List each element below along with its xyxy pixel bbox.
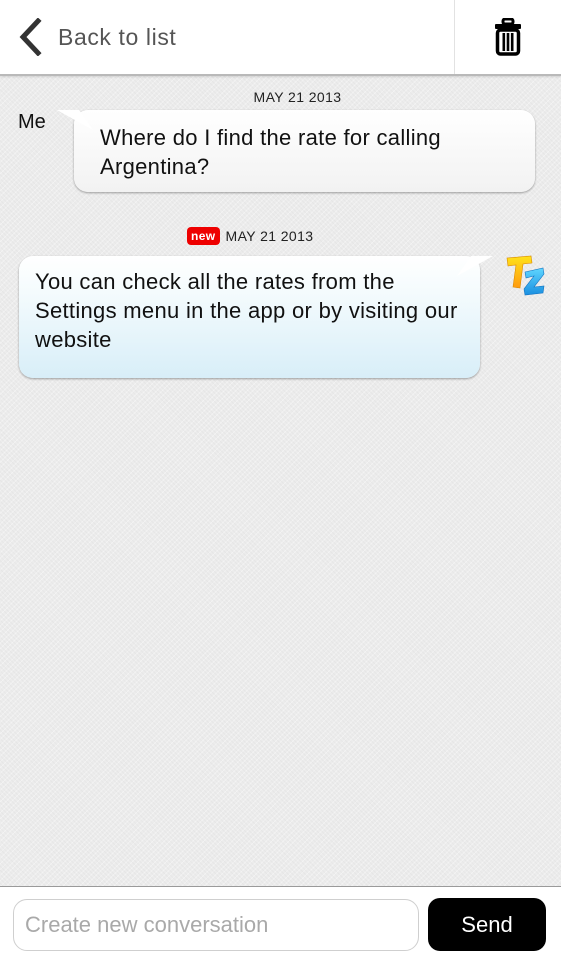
message-bubble-incoming: You can check all the rates from the Set… <box>19 256 480 378</box>
sender-label: Me <box>18 111 46 133</box>
delete-button[interactable] <box>455 0 561 74</box>
send-button[interactable]: Send <box>428 898 546 951</box>
back-to-list-button[interactable]: Back to list <box>0 0 454 74</box>
tz-logo-icon <box>506 255 545 296</box>
message-date-row: new MAY 21 2013 <box>187 227 314 245</box>
compose-bar: Send <box>0 886 561 960</box>
chevron-left-icon <box>19 18 42 56</box>
message-bubble-outgoing: Where do I find the rate for calling Arg… <box>74 110 535 192</box>
message-text: Where do I find the rate for calling Arg… <box>100 125 441 179</box>
back-label: Back to list <box>58 23 177 50</box>
new-badge: new <box>187 227 220 245</box>
message-text: You can check all the rates from the Set… <box>35 269 458 352</box>
message-date: MAY 21 2013 <box>253 89 342 105</box>
new-conversation-input[interactable] <box>13 899 419 951</box>
header-bar: Back to list <box>0 0 561 76</box>
trash-icon <box>495 18 521 56</box>
message-date: MAY 21 2013 <box>225 228 314 244</box>
